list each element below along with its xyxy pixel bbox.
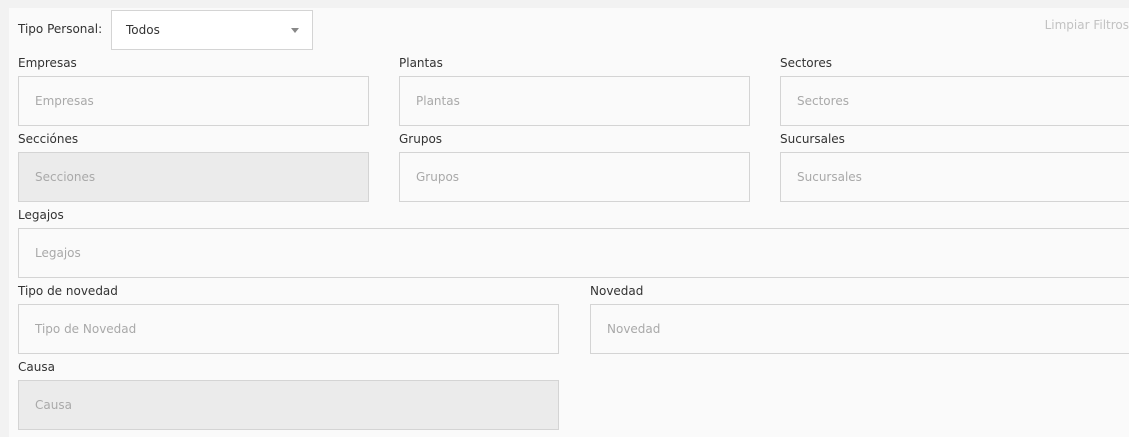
causa-label: Causa — [18, 360, 55, 374]
sectores-label: Sectores — [780, 56, 832, 70]
tipo-personal-select[interactable]: Todos — [111, 10, 313, 50]
sucursales-label: Sucursales — [780, 132, 845, 146]
sucursales-input[interactable] — [780, 152, 1129, 202]
secciones-input[interactable] — [18, 152, 369, 202]
plantas-label: Plantas — [399, 56, 443, 70]
legajos-label: Legajos — [18, 208, 64, 222]
clear-filters-link[interactable]: Limpiar Filtros — [1045, 18, 1129, 32]
novedad-input[interactable] — [590, 304, 1129, 354]
chevron-down-icon — [291, 28, 299, 33]
causa-input[interactable] — [18, 380, 559, 430]
empresas-label: Empresas — [18, 56, 77, 70]
tipo-novedad-input[interactable] — [18, 304, 559, 354]
secciones-label: Secciónes — [18, 132, 79, 146]
tipo-personal-label: Tipo Personal: — [18, 22, 103, 36]
plantas-input[interactable] — [399, 76, 750, 126]
grupos-input[interactable] — [399, 152, 750, 202]
tipo-personal-value: Todos — [126, 23, 160, 37]
tipo-novedad-label: Tipo de novedad — [18, 284, 118, 298]
sectores-input[interactable] — [780, 76, 1129, 126]
grupos-label: Grupos — [399, 132, 443, 146]
empresas-input[interactable] — [18, 76, 369, 126]
novedad-label: Novedad — [590, 284, 644, 298]
legajos-input[interactable] — [18, 228, 1129, 278]
filter-panel — [9, 8, 1129, 437]
